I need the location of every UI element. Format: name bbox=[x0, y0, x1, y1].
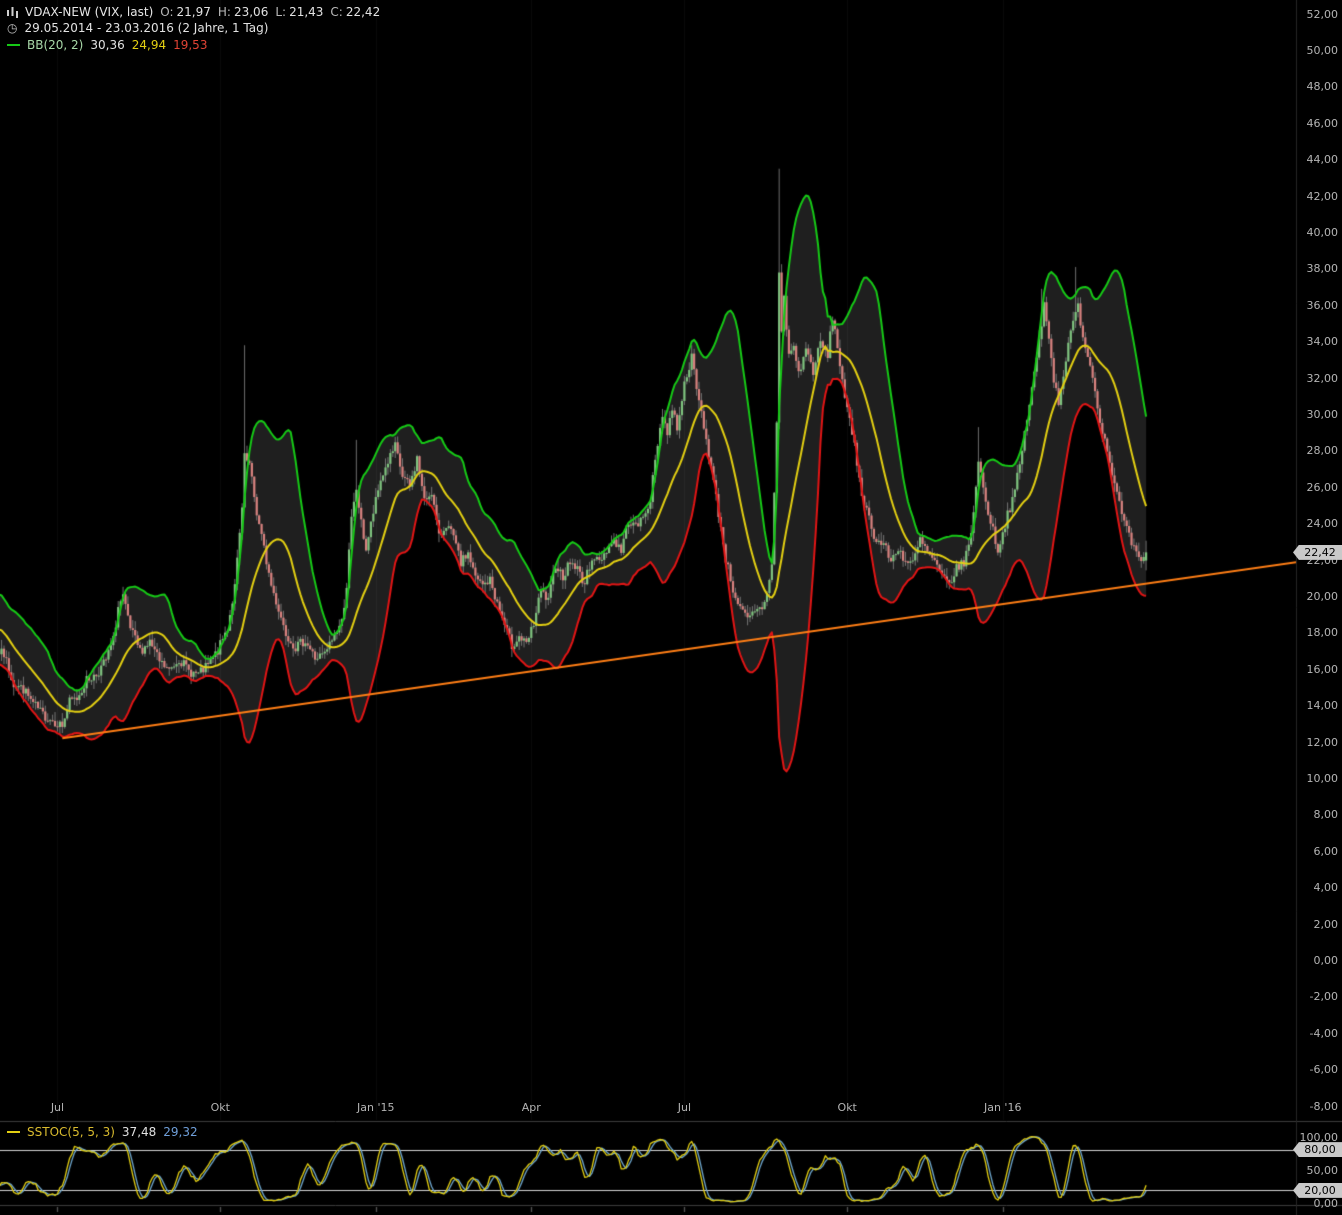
sstoc-k-value: 37,48 bbox=[121, 1125, 157, 1139]
sstoc-lower-level-tag: 20,00 bbox=[1293, 1182, 1342, 1198]
price-axis-label: -6,00 bbox=[1309, 1063, 1338, 1077]
low-label: L: bbox=[275, 5, 287, 19]
bb-lower-value: 19,53 bbox=[173, 38, 208, 52]
date-range-label: 29.05.2014 - 23.03.2016 (2 Jahre, 1 Tag) bbox=[24, 21, 269, 35]
sstoc-legend-row[interactable]: SSTOC(5, 5, 3) 37,48 29,32 bbox=[7, 1125, 198, 1139]
price-axis-label: 10,00 bbox=[1306, 771, 1339, 785]
sstoc-axis-label-50: 50,00 bbox=[1306, 1164, 1339, 1177]
price-axis-label: 24,00 bbox=[1306, 517, 1339, 531]
sstoc-legend-line-icon bbox=[7, 1131, 20, 1133]
price-axis-label: -8,00 bbox=[1309, 1099, 1338, 1113]
price-axis-label: 50,00 bbox=[1306, 43, 1339, 57]
sstoc-d-value: 29,32 bbox=[163, 1125, 198, 1139]
trading-chart-window: VDAX-NEW (VIX, last) O: 21,97 H: 23,06 L… bbox=[0, 0, 1342, 1215]
bb-upper-value: 30,36 bbox=[90, 38, 125, 52]
price-axis-label: -2,00 bbox=[1309, 990, 1338, 1004]
time-axis-label: Apr bbox=[521, 1101, 541, 1114]
open-label: O: bbox=[160, 5, 174, 19]
time-axis-label: Jan '15 bbox=[357, 1101, 395, 1114]
price-axis-label: 6,00 bbox=[1313, 844, 1339, 858]
close-value: 22,42 bbox=[345, 5, 381, 19]
sstoc-axis-label-0: 0,00 bbox=[1313, 1197, 1339, 1210]
sstoc-axis-label-100: 100,00 bbox=[1299, 1131, 1339, 1144]
price-axis-label: 46,00 bbox=[1306, 116, 1339, 130]
price-axis-label: 42,00 bbox=[1306, 189, 1339, 203]
price-axis-label: 40,00 bbox=[1306, 225, 1339, 239]
price-axis-label: 48,00 bbox=[1306, 80, 1339, 94]
price-axis-label: 12,00 bbox=[1306, 735, 1339, 749]
bb-legend-line-icon bbox=[7, 44, 20, 46]
price-axis-label: 32,00 bbox=[1306, 371, 1339, 385]
price-axis-label: 18,00 bbox=[1306, 626, 1339, 640]
low-value: 21,43 bbox=[289, 5, 324, 19]
time-axis-label: Jan '16 bbox=[983, 1101, 1022, 1114]
price-axis-label: 0,00 bbox=[1313, 953, 1339, 967]
price-axis-label: 26,00 bbox=[1306, 480, 1339, 494]
chart-canvas[interactable] bbox=[0, 0, 1342, 1215]
time-axis-label: Okt bbox=[837, 1101, 857, 1114]
price-axis-label: 44,00 bbox=[1306, 153, 1339, 167]
price-axis-label: 28,00 bbox=[1306, 444, 1339, 458]
open-value: 21,97 bbox=[176, 5, 211, 19]
last-price-tag: 22,42 bbox=[1293, 544, 1342, 560]
instrument-header-row[interactable]: VDAX-NEW (VIX, last) O: 21,97 H: 23,06 L… bbox=[7, 5, 380, 19]
price-axis-label: 4,00 bbox=[1313, 881, 1339, 895]
price-axis-label: 38,00 bbox=[1306, 262, 1339, 276]
candlestick-chart-icon bbox=[7, 6, 18, 18]
close-label: C: bbox=[330, 5, 343, 19]
bb-legend-row[interactable]: BB(20, 2) 30,36 24,94 19,53 bbox=[7, 38, 207, 52]
price-axis-label: 20,00 bbox=[1306, 589, 1339, 603]
time-axis-label: Jul bbox=[677, 1101, 692, 1114]
sstoc-indicator-label: SSTOC(5, 5, 3) bbox=[27, 1125, 115, 1139]
price-axis-label: 34,00 bbox=[1306, 335, 1339, 349]
bb-middle-value: 24,94 bbox=[131, 38, 167, 52]
high-value: 23,06 bbox=[233, 5, 269, 19]
sstoc-upper-level-tag: 80,00 bbox=[1293, 1142, 1342, 1158]
bb-indicator-label: BB(20, 2) bbox=[27, 38, 84, 52]
price-axis-label: 14,00 bbox=[1306, 699, 1339, 713]
high-label: H: bbox=[217, 5, 231, 19]
date-range-row: ◷ 29.05.2014 - 23.03.2016 (2 Jahre, 1 Ta… bbox=[7, 21, 268, 35]
price-axis-label: 2,00 bbox=[1313, 917, 1339, 931]
symbol-title: VDAX-NEW (VIX, last) bbox=[25, 5, 154, 19]
price-axis-label: 16,00 bbox=[1306, 662, 1339, 676]
price-axis-label: 52,00 bbox=[1306, 7, 1339, 21]
time-axis-label: Jul bbox=[50, 1101, 65, 1114]
clock-icon: ◷ bbox=[7, 21, 18, 35]
price-axis-label: 30,00 bbox=[1306, 407, 1339, 421]
price-axis-label: 36,00 bbox=[1306, 298, 1339, 312]
time-axis-label: Okt bbox=[210, 1101, 230, 1114]
price-axis-label: -4,00 bbox=[1309, 1026, 1338, 1040]
price-axis-label: 8,00 bbox=[1313, 808, 1339, 822]
